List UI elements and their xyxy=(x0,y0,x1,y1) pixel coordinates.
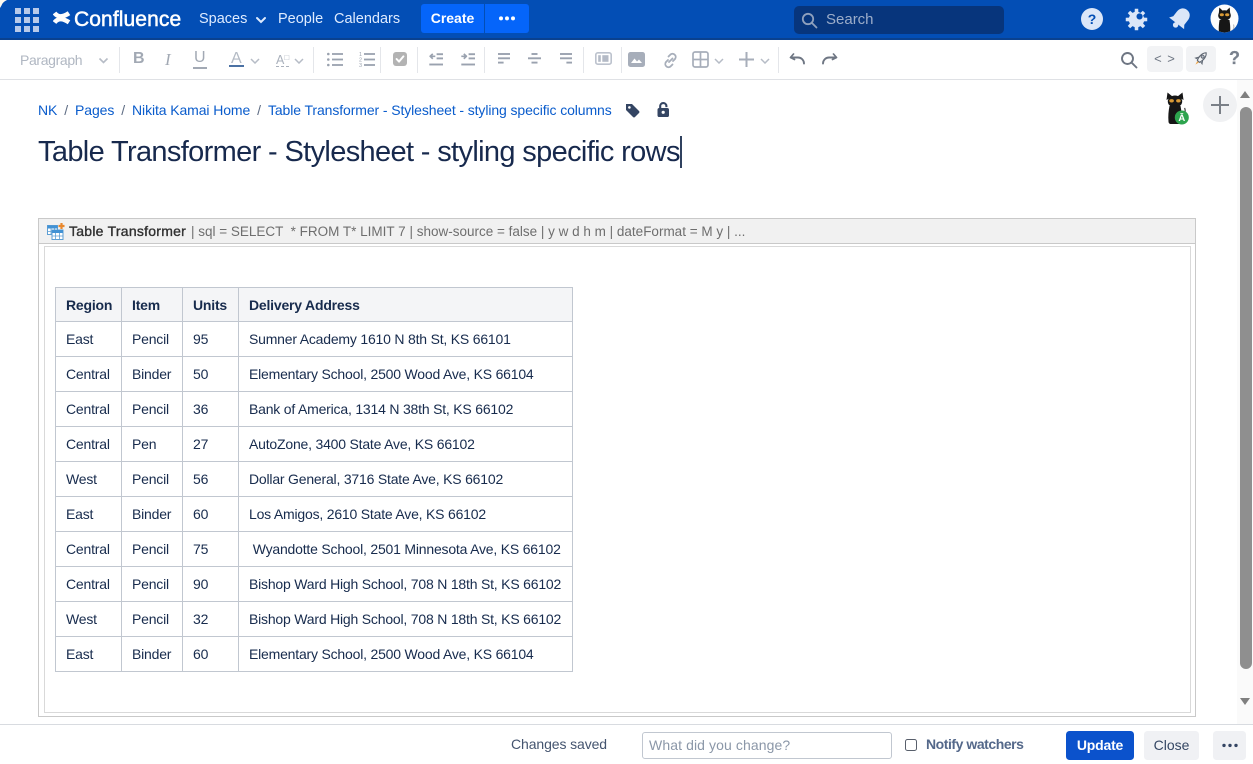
svg-text:?: ? xyxy=(1088,11,1097,27)
svg-text:Ā: Ā xyxy=(1178,113,1185,124)
svg-text:3: 3 xyxy=(359,63,362,67)
